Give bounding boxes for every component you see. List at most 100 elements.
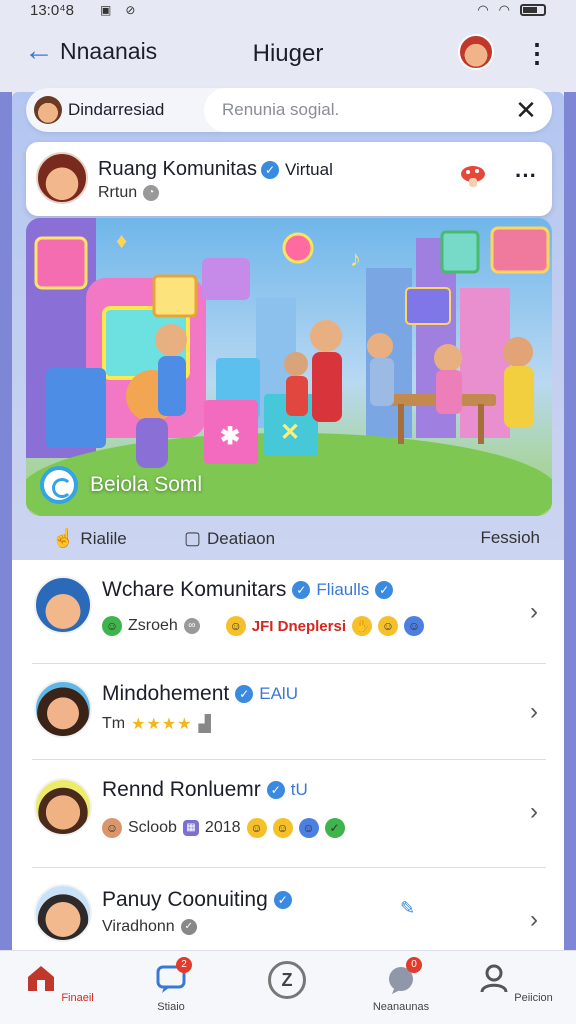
notification-status-icon: ▣ [99, 3, 112, 17]
community-subtitle: Rrtun [98, 184, 138, 201]
laugh-emoji-icon: ☺ [378, 616, 398, 636]
share-button[interactable]: Fessioh [480, 528, 540, 548]
battery-icon [520, 4, 546, 16]
more-options-icon[interactable]: ⋮ [524, 38, 550, 68]
smile-emoji-icon: ☺ [246, 818, 267, 838]
wifi-icon: ◠ [477, 2, 489, 17]
banner-logo-icon [40, 466, 78, 504]
post-actions: ☝ Rialile ▢ Deatiaon Fessioh [26, 518, 552, 560]
chip-avatar [34, 96, 62, 124]
more-icon[interactable]: ··· [510, 162, 542, 194]
profile-icon [480, 964, 508, 993]
search-input[interactable] [204, 88, 552, 132]
mute-status-icon: ⊘ [125, 3, 136, 17]
chat-badge: 2 [176, 957, 192, 973]
comment-label: Deatiaon [207, 528, 276, 548]
avatar[interactable] [458, 34, 494, 70]
list-item[interactable]: Mindohement ✓ EAlU Tm ★★★★ ▟ › [32, 664, 546, 760]
close-icon[interactable]: ✕ [512, 96, 540, 124]
community-banner[interactable]: ✱ ✕ ♪ ♦ Beiola Soml [26, 218, 552, 516]
svg-text:✱: ✱ [220, 423, 240, 450]
comment-button[interactable]: ▢ Deatiaon [184, 528, 275, 549]
community-subtitle-row: Rrtun ◔ [98, 184, 160, 202]
list-item-title: Panuy Coonuiting [102, 888, 268, 911]
chevron-right-icon[interactable]: › [522, 800, 546, 824]
list-item[interactable]: Rennd Ronluemr ✓ tU ☺ Scloob ▦ 2018 ☺ ☺ … [32, 760, 546, 868]
list-item-avatar [34, 680, 92, 738]
laugh-emoji-icon: ☺ [272, 818, 293, 838]
clock-icon: ◔ [143, 185, 160, 201]
right-edge-strip [564, 92, 576, 950]
banner-caption-row: Beiola Soml [40, 466, 202, 504]
mushroom-icon [461, 166, 485, 187]
chevron-right-icon[interactable]: › [522, 908, 546, 932]
member-avatar-icon: ☺ [102, 818, 122, 838]
calendar-icon: ▦ [182, 820, 199, 836]
list-item-title-row: Panuy Coonuiting ✓ [102, 888, 292, 912]
list-item-title-row: Rennd Ronluemr ✓ tU [102, 778, 308, 802]
z-icon: Z [268, 961, 306, 999]
community-card[interactable]: Ruang Komunitas ✓ Virtual Rrtun ◔ ··· [26, 142, 552, 216]
list-item-title: Mindohement [102, 682, 230, 705]
list-item-title-row: Mindohement ✓ EAlU [102, 682, 298, 706]
wave-emoji-icon: ✋ [352, 616, 372, 636]
notification-icon: 0 [384, 957, 422, 995]
thumb-icon: ▟ [198, 716, 211, 733]
list-item-meta: Scloob [128, 819, 177, 836]
list-item[interactable]: Wchare Komunitars ✓ Fliaulls ✓ ☺ Zsroeh … [32, 564, 546, 664]
cool-emoji-icon: ☺ [404, 616, 424, 636]
rating-stars: ★★★★ [131, 716, 193, 733]
comment-icon: ▢ [184, 528, 202, 548]
nav-home-label: Finaeil [61, 992, 94, 1004]
list-item-title-row: Wchare Komunitars ✓ Fliaulls ✓ [102, 578, 394, 602]
check-emoji-icon: ✓ [324, 818, 345, 838]
share-label: Fessioh [480, 528, 540, 547]
search-bar: Dindarresiad ✕ [26, 88, 552, 132]
svg-text:✕: ✕ [280, 419, 300, 446]
signal-icon: ◠ [498, 2, 510, 17]
cool-emoji-icon: ☺ [298, 818, 319, 838]
like-button[interactable]: ☝ Rialile [52, 528, 127, 549]
list-item-avatar [34, 778, 92, 836]
verified-icon: ✓ [235, 685, 254, 703]
community-list: Wchare Komunitars ✓ Fliaulls ✓ ☺ Zsroeh … [12, 560, 564, 950]
chevron-right-icon[interactable]: › [522, 700, 546, 724]
nav-chat[interactable]: 2 Stiaio [126, 957, 216, 1013]
nav-home[interactable]: Finaeil [14, 961, 104, 1004]
nav-notifications[interactable]: 0 Neanaunas [356, 957, 446, 1013]
status-time: 13:0⁴8 [30, 1, 74, 19]
svg-text:♦: ♦ [116, 228, 127, 253]
list-item-meta-row: ☺ Scloob ▦ 2018 ☺ ☺ ☺ ✓ [102, 818, 345, 838]
svg-text:♪: ♪ [350, 246, 361, 271]
nav-profile-label: Peiicion [514, 992, 553, 1004]
community-tag: Virtual [284, 159, 333, 179]
notification-badge: 0 [406, 957, 422, 973]
like-label: Rialile [80, 528, 127, 548]
list-item-title: Wchare Komunitars [102, 578, 287, 601]
verified-icon: ✓ [375, 581, 394, 599]
pin-icon: ✎ [400, 898, 416, 918]
nav-notifications-label: Neanaunas [372, 1001, 430, 1013]
list-item-tag: EAlU [259, 684, 298, 703]
nav-profile[interactable]: Peiicion [470, 961, 560, 1004]
app-bar: ← Nnaanais Hiuger ⋮ [0, 20, 576, 92]
list-item-tag: Fliaulls [316, 580, 370, 599]
member-avatar-icon: ☺ [102, 616, 122, 636]
community-chip[interactable]: Dindarresiad [26, 88, 174, 132]
list-item-title: Rennd Ronluemr [102, 778, 261, 801]
verified-icon: ✓ [292, 581, 311, 599]
list-item-meta: Tm [102, 715, 126, 732]
chip-label: Dindarresiad [68, 100, 165, 119]
community-title: Ruang Komunitas [98, 158, 257, 180]
community-avatar [36, 152, 88, 204]
nav-center[interactable]: Z [242, 961, 332, 1005]
chat-icon: 2 [154, 957, 192, 995]
list-item-meta-2: 2018 [204, 819, 241, 836]
list-item[interactable]: Panuy Coonuiting ✓ Viradhonn ✓ ✎ › [32, 868, 546, 950]
home-icon [28, 966, 55, 991]
verified-icon: ✓ [273, 891, 292, 909]
chevron-right-icon[interactable]: › [522, 600, 546, 624]
group-icon: ∞ [183, 618, 200, 634]
nav-chat-label: Stiaio [157, 1001, 185, 1013]
list-item-tag: tU [290, 780, 308, 799]
